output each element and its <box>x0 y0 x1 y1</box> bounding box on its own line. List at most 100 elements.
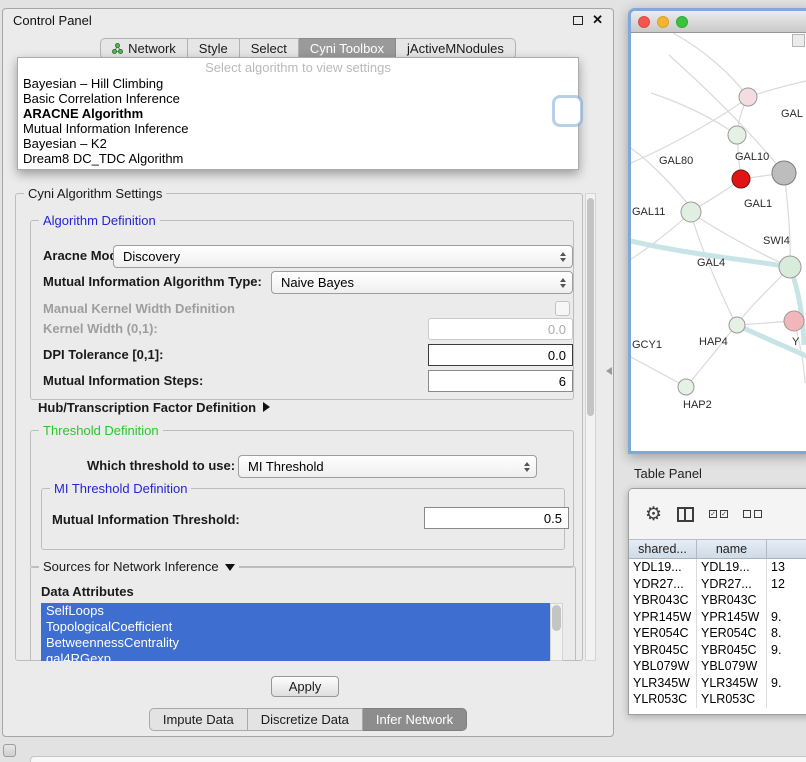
algorithm-option-mutual-information-inference[interactable]: Mutual Information Inference <box>18 121 578 136</box>
dpi-tolerance-label: DPI Tolerance [0,1]: <box>43 347 163 362</box>
zoom-traffic-icon[interactable] <box>676 16 688 28</box>
hidden-panel-icon[interactable] <box>3 744 16 757</box>
table-row[interactable]: YDL19...YDL19...13 <box>629 559 806 576</box>
network-node[interactable] <box>732 170 750 188</box>
mi-algorithm-type-combobox[interactable]: Naive Bayes <box>271 271 573 294</box>
attribute-item-selfloops[interactable]: SelfLoops <box>41 603 550 619</box>
table-cell: 9. <box>767 642 806 659</box>
table-cell: 9. <box>767 675 806 692</box>
table-row[interactable]: YPR145WYPR145W9. <box>629 609 806 626</box>
table-row[interactable]: YDR27...YDR27...12 <box>629 576 806 593</box>
which-threshold-combobox[interactable]: MI Threshold <box>238 455 537 478</box>
bottom-tab-infer-network[interactable]: Infer Network <box>363 708 467 731</box>
table-column-header-shared[interactable]: shared... <box>629 540 697 558</box>
network-window-titlebar <box>631 11 806 33</box>
network-node[interactable] <box>681 202 701 222</box>
minimize-traffic-icon[interactable] <box>657 16 669 28</box>
mi-steps-field[interactable] <box>428 370 573 392</box>
apply-button[interactable]: Apply <box>271 676 339 697</box>
tab-label: Network <box>128 41 176 56</box>
attribute-item-topologicalcoefficient[interactable]: TopologicalCoefficient <box>41 619 550 635</box>
network-node[interactable] <box>739 88 757 106</box>
attribute-item-gal4rgexp[interactable]: gal4RGexp <box>41 651 550 661</box>
network-node[interactable] <box>772 161 796 185</box>
network-edge <box>784 173 790 267</box>
algorithm-definition-title: Algorithm Definition <box>39 213 160 228</box>
aracne-mode-combobox[interactable]: Discovery <box>113 245 573 268</box>
control-panel-titlebar: Control Panel ✕ <box>3 9 613 31</box>
settings-scrollbar-thumb[interactable] <box>587 198 594 416</box>
tab-select[interactable]: Select <box>240 38 299 59</box>
deselect-all-icon[interactable] <box>743 510 762 518</box>
gear-icon[interactable]: ⚙ <box>645 505 662 524</box>
checked-box-icon: ✓ <box>720 510 728 518</box>
network-node[interactable] <box>678 379 694 395</box>
algorithm-option-list: Bayesian – Hill ClimbingBasic Correlatio… <box>18 76 578 166</box>
sources-section-toggle[interactable]: Sources for Network Inference <box>39 559 239 574</box>
bottom-tab-discretize-data[interactable]: Discretize Data <box>248 708 363 731</box>
table-column-header-name[interactable]: name <box>697 540 767 558</box>
network-node[interactable] <box>728 126 746 144</box>
mi-algorithm-type-value: Naive Bayes <box>281 275 354 290</box>
attributes-scrollbar[interactable] <box>550 603 563 661</box>
cyni-settings-title: Cyni Algorithm Settings <box>24 186 166 201</box>
hub-section-toggle[interactable]: Hub/Transcription Factor Definition <box>38 400 270 415</box>
network-scrollbar-stub[interactable] <box>792 34 805 47</box>
threshold-definition-group: Threshold Definition Which threshold to … <box>30 430 574 568</box>
algorithm-definition-group: Algorithm Definition Aracne Mode: Discov… <box>30 220 574 400</box>
table-cell: YDL19... <box>629 559 697 576</box>
float-window-icon[interactable] <box>573 16 583 25</box>
close-traffic-icon[interactable] <box>638 16 650 28</box>
table-column-header[interactable] <box>767 540 806 558</box>
network-node[interactable] <box>779 256 801 278</box>
data-attributes-list[interactable]: SelfLoopsTopologicalCoefficientBetweenne… <box>41 603 563 661</box>
select-all-icon[interactable]: ✓ ✓ <box>709 510 728 518</box>
table-row[interactable]: YER054CYER054C8. <box>629 625 806 642</box>
table-cell: YBL079W <box>697 658 767 675</box>
node-label: GAL11 <box>632 206 665 218</box>
columns-icon[interactable] <box>677 507 694 522</box>
table-body: YDL19...YDL19...13YDR27...YDR27...12YBR0… <box>629 559 806 708</box>
table-toolbar: ⚙ ✓ ✓ <box>629 489 806 539</box>
algorithm-option-basic-correlation-inference[interactable]: Basic Correlation Inference <box>18 91 578 106</box>
network-node[interactable] <box>729 317 745 333</box>
node-label: SWI4 <box>763 235 790 247</box>
combo-arrows-icon <box>524 462 530 472</box>
tab-network[interactable]: Network <box>100 38 188 59</box>
network-node[interactable] <box>784 311 804 331</box>
tab-label: Select <box>251 41 287 56</box>
table-row[interactable]: YBR045CYBR045C9. <box>629 642 806 659</box>
network-view-window: GALGAL80GAL10GAL11GAL1SWI4GAL4GCY1HAP4YH… <box>628 8 806 454</box>
settings-scrollbar[interactable] <box>585 193 596 661</box>
algorithm-combobox-fragment[interactable] <box>554 97 581 125</box>
attribute-item-betweennesscentrality[interactable]: BetweennessCentrality <box>41 635 550 651</box>
table-cell: YDL19... <box>697 559 767 576</box>
tab-cyni-toolbox[interactable]: Cyni Toolbox <box>299 38 396 59</box>
window-title: Control Panel <box>13 13 92 28</box>
table-cell: 8. <box>767 625 806 642</box>
algorithm-option-aracne-algorithm[interactable]: ARACNE Algorithm <box>18 106 578 121</box>
attributes-scrollbar-thumb[interactable] <box>552 605 561 631</box>
algorithm-option-dream8-dc-tdc-algorithm[interactable]: Dream8 DC_TDC Algorithm <box>18 151 578 166</box>
table-row[interactable]: YBR043CYBR043C <box>629 592 806 609</box>
splitter-collapse-icon[interactable] <box>606 367 612 375</box>
algorithm-option-bayesian-hill-climbing[interactable]: Bayesian – Hill Climbing <box>18 76 578 91</box>
network-canvas[interactable]: GALGAL80GAL10GAL11GAL1SWI4GAL4GCY1HAP4YH… <box>631 33 806 451</box>
table-cell: YBR045C <box>629 642 697 659</box>
manual-kernel-checkbox[interactable] <box>555 301 570 316</box>
tab-jactivemnodules[interactable]: jActiveMNodules <box>396 38 516 59</box>
algorithm-dropdown-placeholder: Select algorithm to view settings <box>18 60 578 76</box>
algorithm-option-bayesian-k2[interactable]: Bayesian – K2 <box>18 136 578 151</box>
table-row[interactable]: YBL079WYBL079W <box>629 658 806 675</box>
kernel-width-field[interactable] <box>428 318 573 340</box>
bottom-tab-impute-data[interactable]: Impute Data <box>149 708 248 731</box>
table-row[interactable]: YLR345WYLR345W9. <box>629 675 806 692</box>
mi-threshold-group: MI Threshold Definition Mutual Informati… <box>41 488 565 550</box>
close-icon[interactable]: ✕ <box>592 14 603 26</box>
mi-threshold-field[interactable] <box>424 507 569 529</box>
table-header-row: shared...name <box>629 539 806 559</box>
node-label: Y <box>792 336 800 348</box>
tab-style[interactable]: Style <box>188 38 240 59</box>
dpi-tolerance-field[interactable] <box>428 344 573 366</box>
table-row[interactable]: YLR053CYLR053C <box>629 691 806 708</box>
